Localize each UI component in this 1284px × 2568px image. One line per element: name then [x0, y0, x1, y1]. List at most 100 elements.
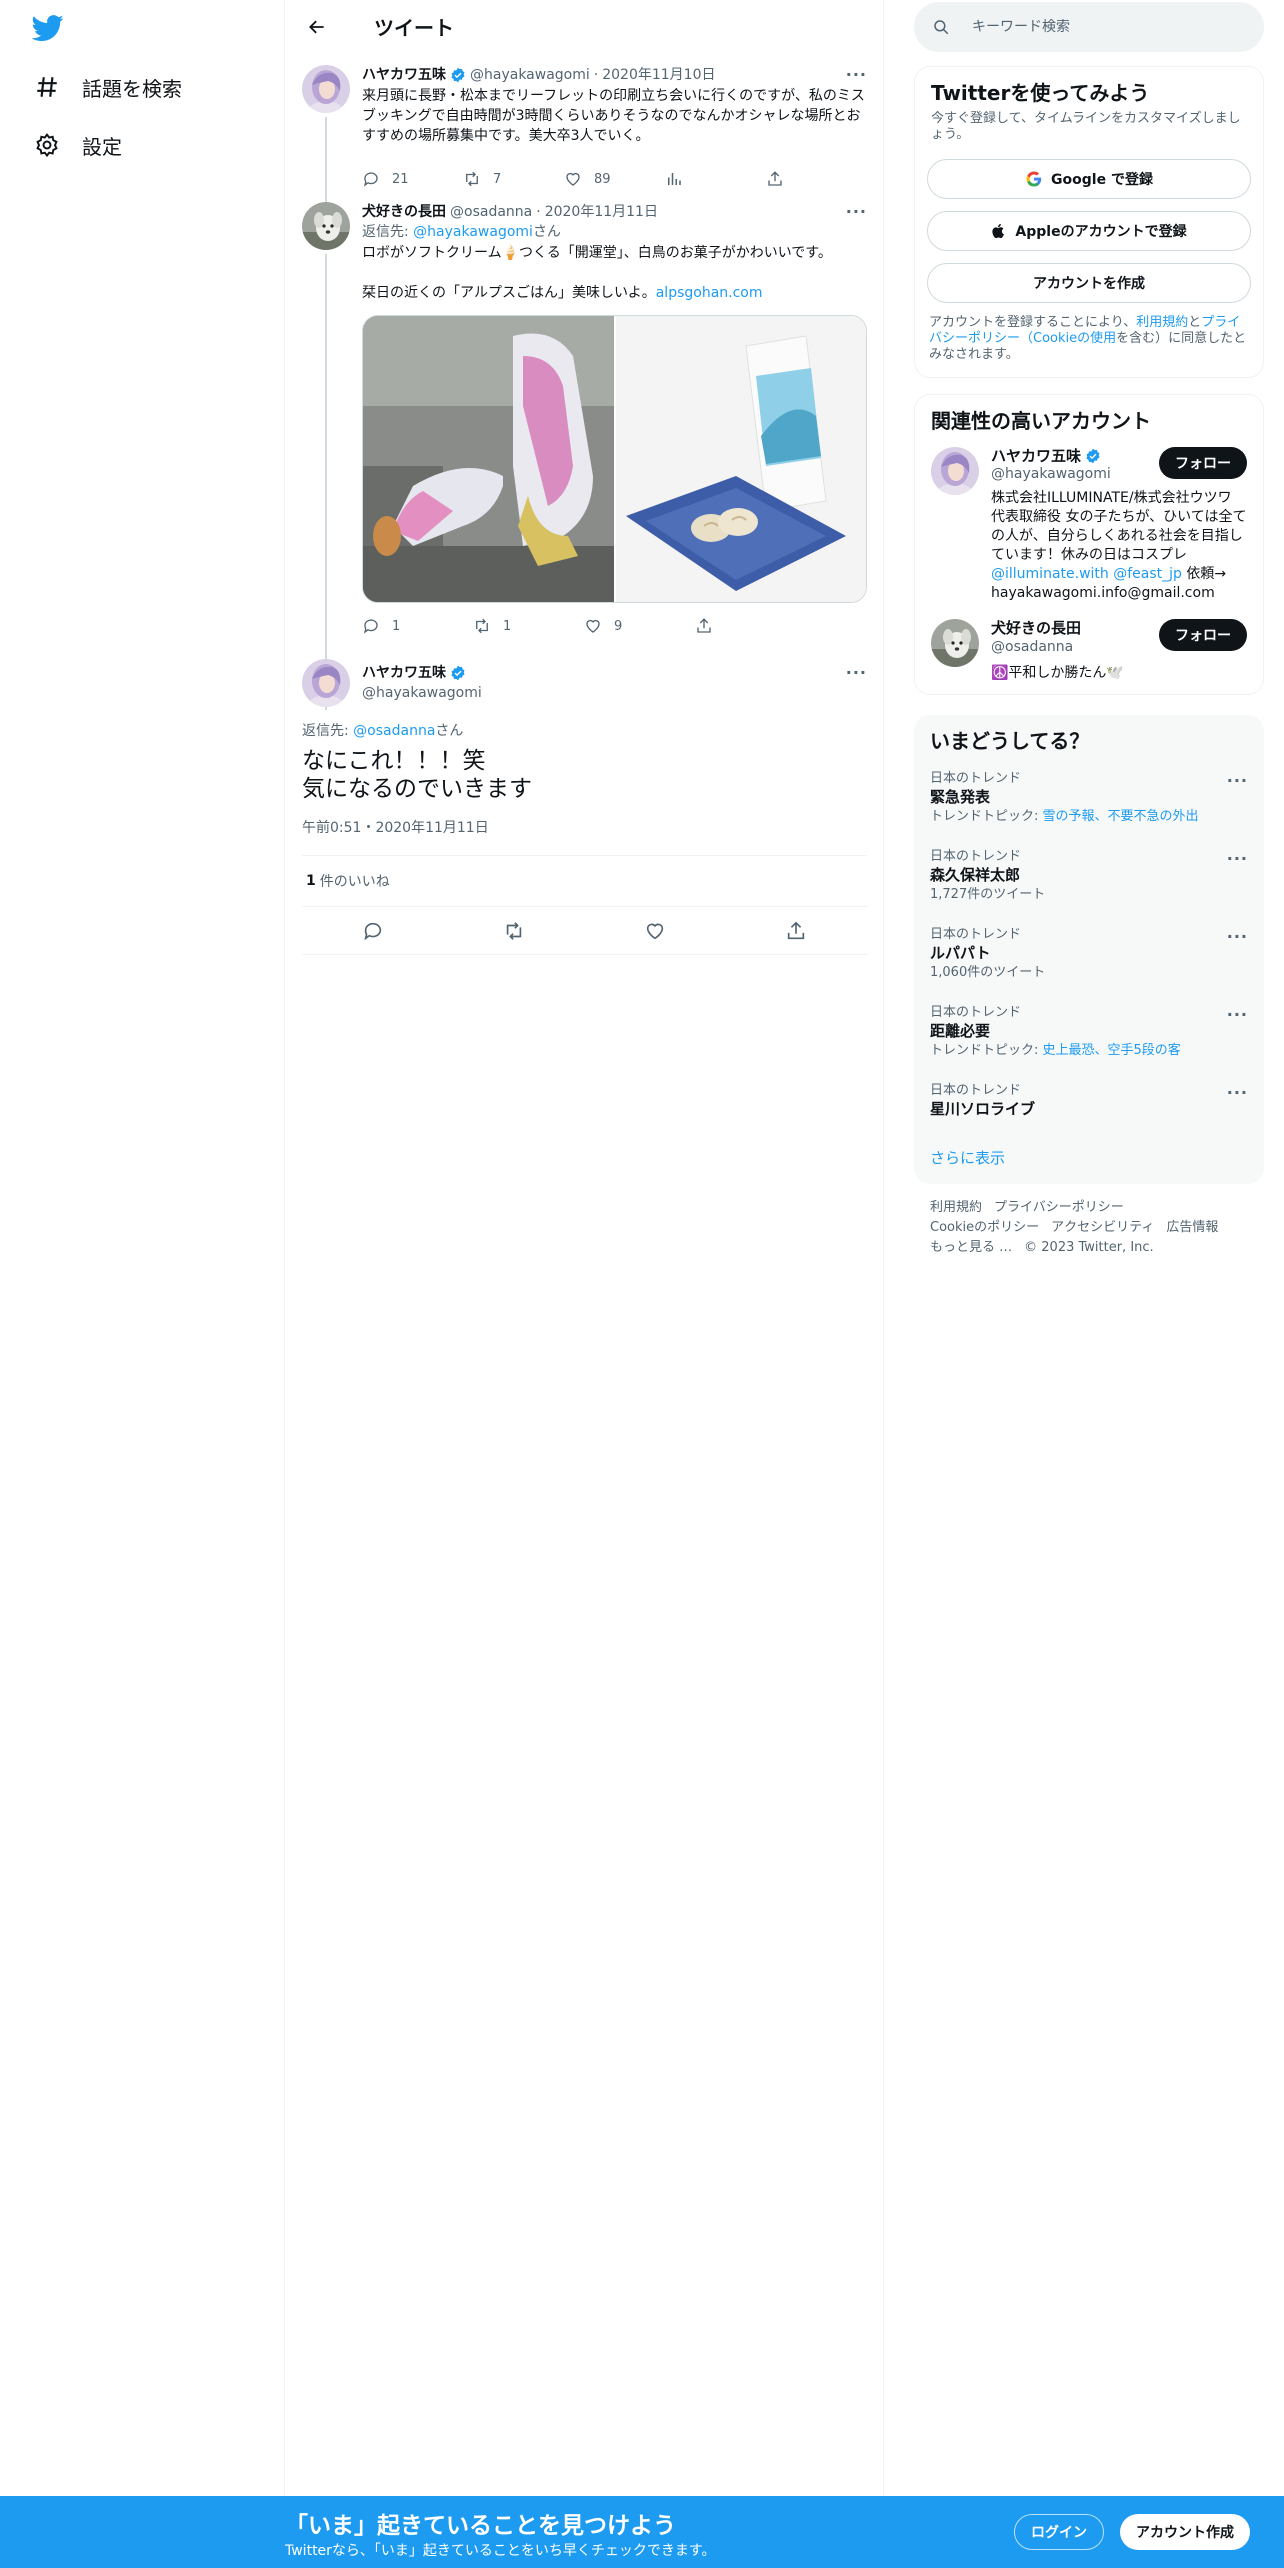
- trend-item[interactable]: 日本のトレンド ルパパト 1,060件のツイート ···: [914, 915, 1264, 993]
- related-account[interactable]: ハヤカワ五味 @hayakawagomi 株式会社ILLUMINATE/株式会社…: [915, 435, 1263, 615]
- left-nav: 話題を検索 設定: [0, 0, 285, 2496]
- retweet-button[interactable]: 7: [463, 170, 564, 188]
- related-account[interactable]: 犬好きの長田 @osadanna ☮️平和しか勝たん🕊️ フォロー: [915, 615, 1263, 694]
- tweet-text-line: 気になるのでいきます: [302, 776, 532, 802]
- login-button[interactable]: ログイン: [1014, 2514, 1104, 2550]
- trend-meta: 1,727件のツイート: [930, 887, 1046, 902]
- tweet-item[interactable]: ハヤカワ五味 @hayakawagomi · 2020年11月10日 来月頭に長…: [286, 53, 883, 215]
- create-account-button[interactable]: アカウントを作成: [927, 263, 1251, 303]
- more-icon[interactable]: ···: [1227, 771, 1248, 790]
- footer-accessibility-link[interactable]: アクセシビリティ: [1051, 1220, 1154, 1235]
- avatar[interactable]: [302, 65, 350, 113]
- signup-legal: アカウントを登録することにより、利用規約とプライバシーポリシー（Cookieの使…: [915, 303, 1263, 377]
- like-button[interactable]: 89: [564, 170, 665, 188]
- terms-link[interactable]: 利用規約: [1136, 315, 1188, 330]
- signup-subtitle: 今すぐ登録して、タイムラインをカスタマイズしましょう。: [931, 111, 1241, 142]
- reply-suffix: さん: [435, 723, 464, 739]
- like-button[interactable]: 9: [584, 617, 695, 635]
- reply-button[interactable]: 1: [362, 617, 473, 635]
- reply-to-link[interactable]: @hayakawagomi: [413, 224, 533, 240]
- reply-prefix: 返信先:: [302, 723, 354, 739]
- more-icon[interactable]: ···: [846, 65, 867, 84]
- trend-category: 日本のトレンド: [930, 1005, 1022, 1020]
- tweet-date[interactable]: 2020年11月11日: [545, 202, 658, 222]
- avatar[interactable]: [302, 202, 350, 250]
- more-icon[interactable]: ···: [1227, 1005, 1248, 1024]
- create-account-label: アカウントを作成: [1033, 276, 1145, 292]
- trend-item[interactable]: 日本のトレンド 距離必要 トレンドトピック: 史上最恐、空手5段の客 ···: [914, 993, 1264, 1071]
- trend-meta-label: トレンドトピック:: [930, 1043, 1043, 1058]
- nav-explore[interactable]: 話題を検索: [34, 67, 182, 107]
- verified-badge-icon: [450, 665, 466, 681]
- trend-item[interactable]: 日本のトレンド 星川ソロライブ ···: [914, 1071, 1264, 1131]
- footer-ads-link[interactable]: 広告情報: [1166, 1220, 1218, 1235]
- search-bar[interactable]: [914, 2, 1264, 52]
- trend-topic-link[interactable]: 史上最恐、空手5段の客: [1043, 1043, 1181, 1058]
- right-sidebar: Twitterを使ってみよう 今すぐ登録して、タイムラインをカスタマイズしましょ…: [914, 0, 1264, 1272]
- back-arrow-icon[interactable]: [300, 10, 334, 44]
- more-icon[interactable]: ···: [1227, 849, 1248, 868]
- more-icon[interactable]: ···: [1227, 927, 1248, 946]
- thread-line: [325, 254, 327, 710]
- author-handle[interactable]: @hayakawagomi: [470, 65, 590, 85]
- author-name[interactable]: ハヤカワ五味: [362, 663, 446, 683]
- analytics-button[interactable]: [665, 170, 766, 188]
- likes-summary[interactable]: 1 件のいいね: [302, 855, 867, 907]
- trend-item[interactable]: 日本のトレンド 緊急発表 トレンドトピック: 雪の予報、不要不急の外出 ···: [914, 759, 1264, 837]
- avatar[interactable]: [931, 619, 979, 667]
- media-image-sweets[interactable]: [614, 316, 866, 602]
- bio-link[interactable]: @feast_jp: [1113, 566, 1182, 582]
- footer-terms-link[interactable]: 利用規約: [930, 1200, 982, 1215]
- retweet-button[interactable]: 1: [473, 617, 584, 635]
- media-image-robot[interactable]: [363, 316, 614, 602]
- retweet-icon[interactable]: [503, 920, 525, 942]
- author-name[interactable]: ハヤカワ五味: [362, 65, 446, 85]
- tweet-link[interactable]: alpsgohan.com: [656, 285, 763, 301]
- apple-signup-button[interactable]: Appleのアカウントで登録: [927, 211, 1251, 251]
- trend-topic-link[interactable]: 雪の予報、不要不急の外出: [1043, 809, 1199, 824]
- apple-icon: [991, 222, 1007, 240]
- more-icon[interactable]: ···: [1227, 1083, 1248, 1102]
- footer-privacy-link[interactable]: プライバシーポリシー: [994, 1200, 1124, 1215]
- tweet-timestamp[interactable]: 午前0:51・2020年11月11日: [302, 817, 867, 841]
- more-icon[interactable]: ···: [846, 202, 867, 221]
- signup-button[interactable]: アカウント作成: [1120, 2514, 1250, 2550]
- trend-item[interactable]: 日本のトレンド 森久保祥太郎 1,727件のツイート ···: [914, 837, 1264, 915]
- reply-context: 返信先: @osadannaさん: [302, 721, 867, 741]
- avatar[interactable]: [302, 659, 350, 707]
- nav-settings[interactable]: 設定: [34, 125, 122, 165]
- twitter-bird-icon[interactable]: [32, 12, 64, 44]
- more-icon[interactable]: ···: [846, 663, 867, 682]
- trend-title: 距離必要: [930, 1022, 991, 1040]
- tweet-item[interactable]: 犬好きの長田 @osadanna · 2020年11月11日 返信先: @hay…: [286, 200, 883, 710]
- share-button[interactable]: [766, 170, 867, 188]
- follow-button[interactable]: フォロー: [1159, 619, 1247, 651]
- tweet-text-line: 栞日の近くの「アルプスごはん」美味しいよ。alpsgohan.com: [362, 283, 867, 303]
- google-signup-button[interactable]: Google で登録: [927, 159, 1251, 199]
- heart-icon[interactable]: [644, 920, 666, 942]
- reply-prefix: 返信先:: [362, 224, 414, 240]
- footer-more-link[interactable]: もっと見る …: [930, 1240, 1012, 1255]
- follow-button[interactable]: フォロー: [1159, 447, 1247, 479]
- author-handle[interactable]: @osadanna: [450, 202, 532, 222]
- reply-count: 1: [392, 618, 401, 634]
- footer-cookie-link[interactable]: Cookieのポリシー: [930, 1220, 1039, 1235]
- banner-title: 「いま」起きていることを見つけよう: [285, 2513, 676, 2539]
- reply-button[interactable]: 21: [362, 170, 463, 188]
- author-name[interactable]: 犬好きの長田: [362, 202, 446, 222]
- avatar[interactable]: [931, 447, 979, 495]
- tweet-media[interactable]: [362, 315, 867, 603]
- share-icon[interactable]: [785, 920, 807, 942]
- author-handle[interactable]: @hayakawagomi: [362, 683, 482, 703]
- reply-icon[interactable]: [362, 920, 384, 942]
- bio-link[interactable]: @illuminate.with: [991, 566, 1109, 582]
- banner-subtitle: Twitterなら、「いま」起きていることをいち早くチェックできます。: [285, 2543, 716, 2559]
- show-more-link[interactable]: さらに表示: [914, 1131, 1264, 1184]
- search-input[interactable]: [972, 19, 1192, 35]
- share-button[interactable]: [695, 617, 806, 635]
- tweet-date[interactable]: 2020年11月10日: [602, 65, 715, 85]
- reply-icon: [362, 170, 380, 188]
- legal-text: アカウントを登録することにより、: [929, 315, 1137, 330]
- page-title: ツイート: [374, 16, 454, 40]
- reply-to-link[interactable]: @osadanna: [353, 723, 435, 739]
